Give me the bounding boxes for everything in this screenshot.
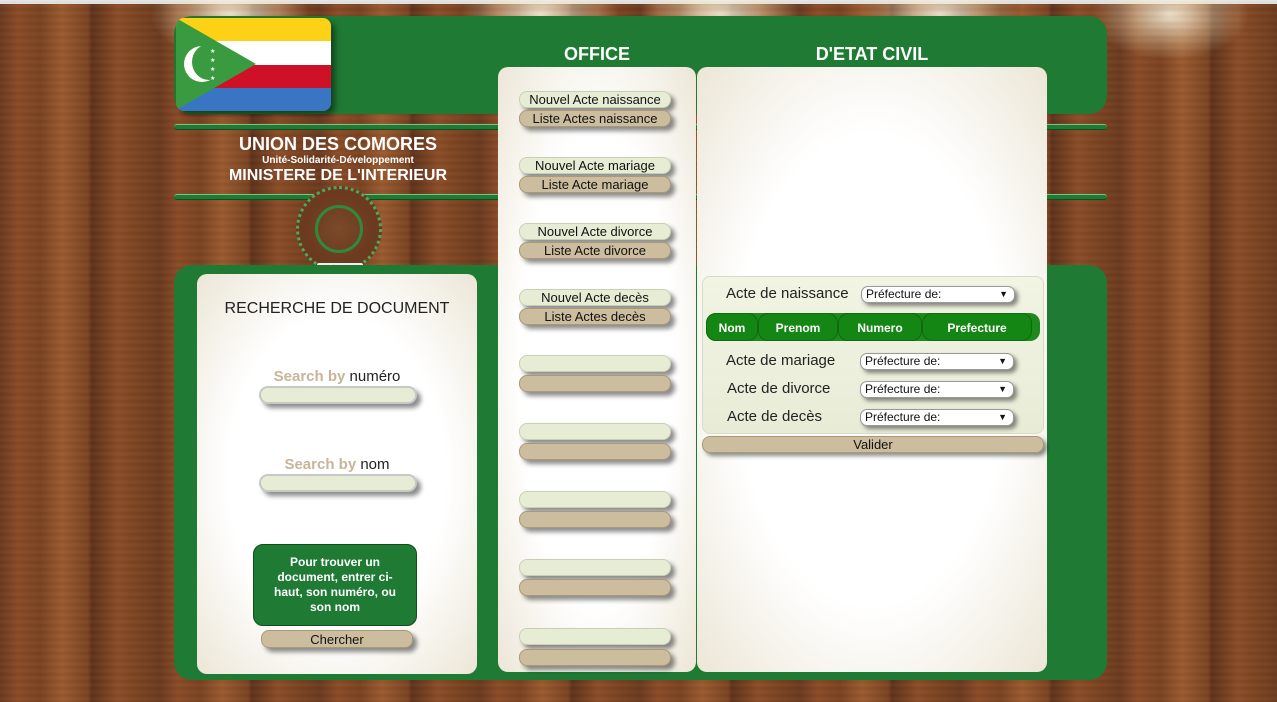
dropdown-arrow-icon: ▼ [998, 384, 1007, 394]
new-acte-divorce-button[interactable]: Nouvel Acte divorce [519, 223, 671, 240]
search-panel: RECHERCHE DE DOCUMENT Search by numéro S… [197, 274, 477, 674]
dropdown-arrow-icon: ▼ [999, 289, 1008, 299]
search-numero-input[interactable] [259, 386, 417, 404]
empty-button[interactable] [519, 559, 671, 576]
list-acte-mariage-button[interactable]: Liste Acte mariage [519, 176, 671, 193]
tab-nom[interactable]: Nom [706, 313, 758, 341]
new-acte-mariage-button[interactable]: Nouvel Acte mariage [519, 157, 671, 174]
comoros-flag: ★ ★ ★ ★ [176, 18, 331, 111]
prefecture-mariage-select[interactable]: Préfecture de: ▼ [860, 353, 1014, 370]
prefecture-divorce-select[interactable]: Préfecture de: ▼ [860, 381, 1014, 398]
etat-civil-title: D'ETAT CIVIL [815, 44, 929, 64]
office-title: OFFICE [564, 44, 630, 64]
tab-prefecture[interactable]: Prefecture [922, 313, 1032, 341]
tab-numero[interactable]: Numero [838, 313, 922, 341]
prefecture-naissance-select[interactable]: Préfecture de: ▼ [861, 286, 1015, 303]
empty-button[interactable] [519, 511, 671, 528]
tab-prenom[interactable]: Prenom [758, 313, 838, 341]
empty-button[interactable] [519, 443, 671, 460]
motto: Unité-Solidarité-Développement [262, 155, 414, 166]
acte-deces-label: Acte de decès [727, 408, 823, 425]
empty-button[interactable] [519, 628, 671, 645]
search-columns-bar: Nom Prenom Numero Prefecture [706, 313, 1040, 341]
search-numero-label: Search by numéro [273, 368, 401, 385]
valider-button[interactable]: Valider [702, 436, 1044, 453]
ceiling-light [1090, 0, 1250, 60]
empty-button[interactable] [519, 423, 671, 440]
acte-naissance-label: Acte de naissance [726, 285, 849, 302]
chercher-button[interactable]: Chercher [261, 630, 413, 648]
search-nom-input[interactable] [259, 474, 417, 492]
empty-button[interactable] [519, 375, 671, 392]
search-title: RECHERCHE DE DOCUMENT [224, 300, 450, 317]
search-nom-label: Search by nom [284, 456, 390, 473]
list-actes-naissance-button[interactable]: Liste Actes naissance [519, 110, 671, 127]
office-panel: Nouvel Acte naissance Liste Actes naissa… [498, 67, 696, 672]
search-hint-textarea[interactable]: Pour trouver un document, entrer ci-haut… [253, 544, 417, 626]
empty-button[interactable] [519, 491, 671, 508]
national-emblem: UNITÉ · JUSTICE · PROGRÈS [296, 186, 382, 277]
acte-divorce-label: Acte de divorce [727, 380, 831, 397]
dropdown-arrow-icon: ▼ [998, 412, 1007, 422]
list-acte-divorce-button[interactable]: Liste Acte divorce [519, 242, 671, 259]
empty-button[interactable] [519, 579, 671, 596]
new-acte-deces-button[interactable]: Nouvel Acte decès [519, 289, 671, 306]
dropdown-arrow-icon: ▼ [998, 356, 1007, 366]
empty-button[interactable] [519, 355, 671, 372]
empty-button[interactable] [519, 649, 671, 666]
acte-mariage-label: Acte de mariage [726, 352, 836, 369]
prefecture-deces-select[interactable]: Préfecture de: ▼ [860, 409, 1014, 426]
union-title: UNION DES COMORES [238, 134, 438, 154]
new-acte-naissance-button[interactable]: Nouvel Acte naissance [519, 91, 671, 108]
ministry-title: MINISTERE DE L'INTERIEUR [228, 167, 448, 184]
list-actes-deces-button[interactable]: Liste Actes decès [519, 308, 671, 325]
